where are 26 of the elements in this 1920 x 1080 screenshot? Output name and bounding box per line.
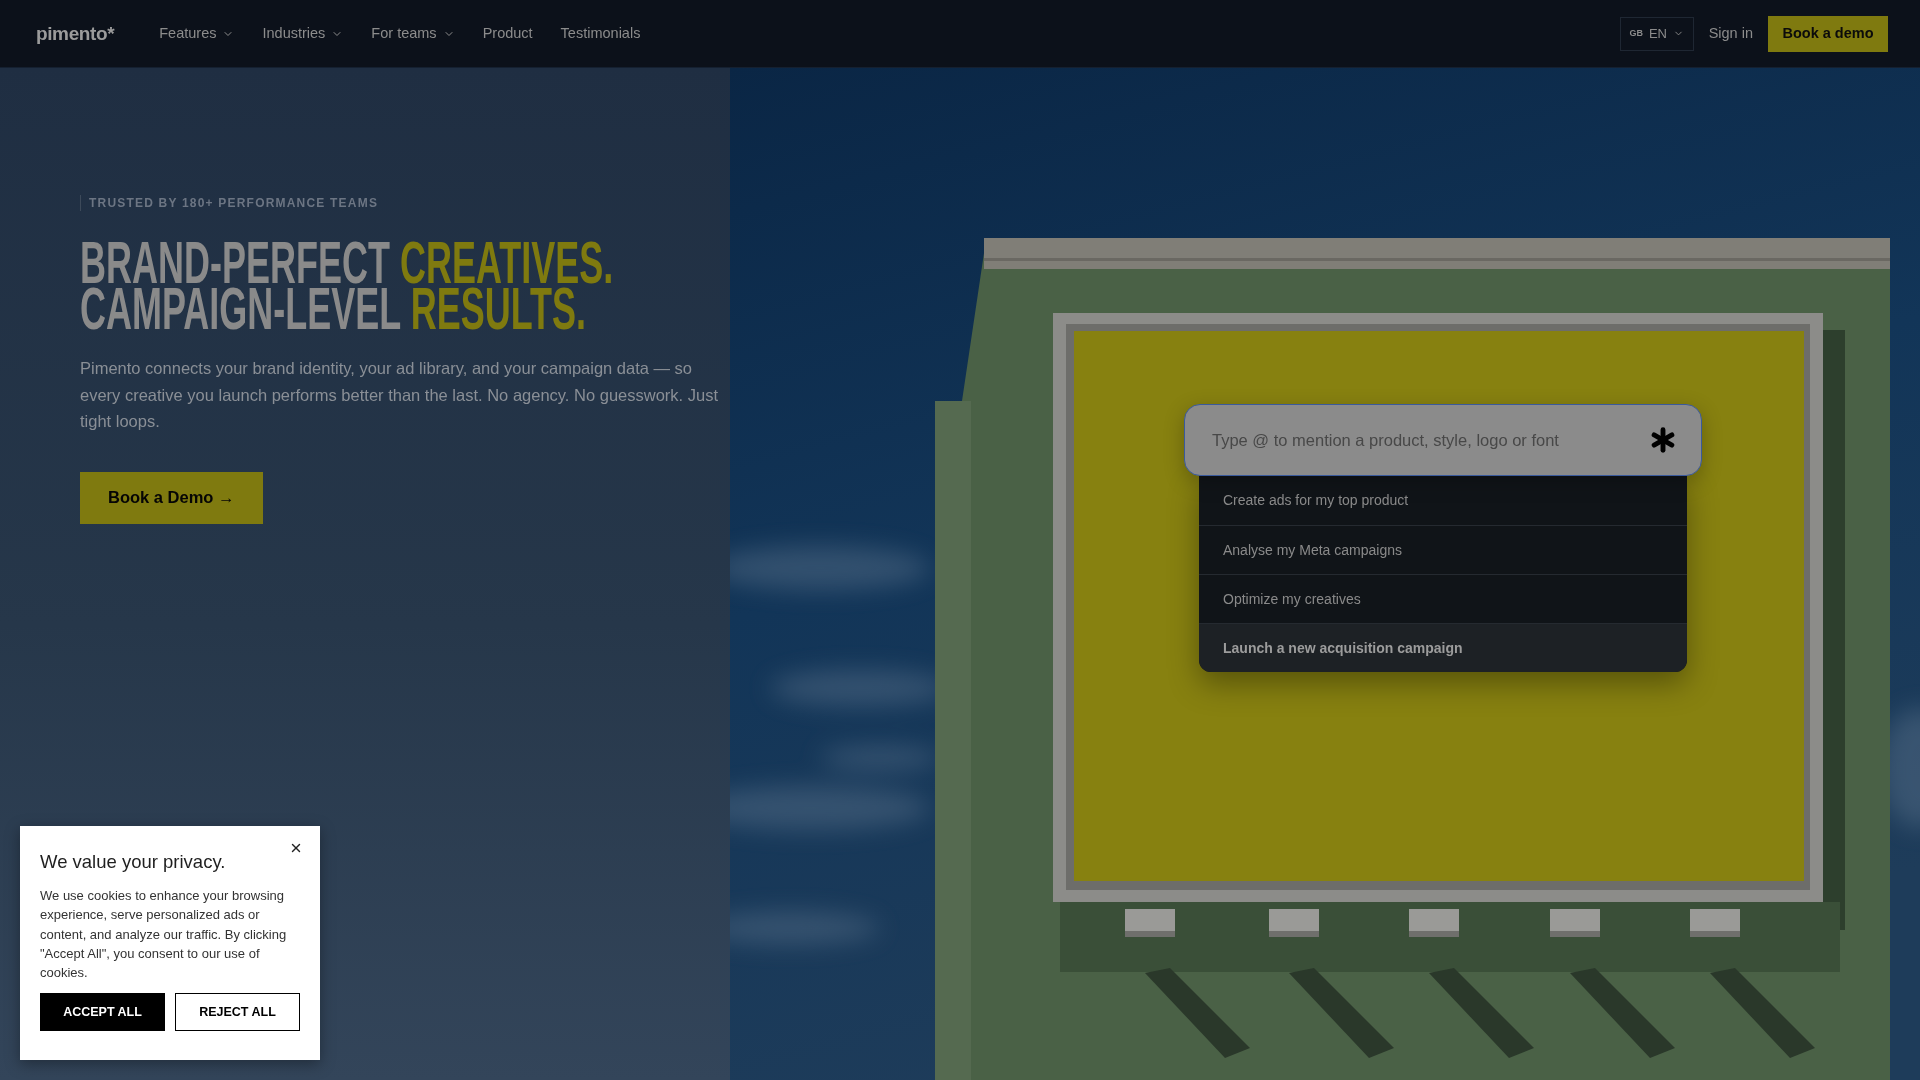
language-selector[interactable]: GB EN bbox=[1619, 16, 1694, 51]
nav-link[interactable]: Product bbox=[482, 26, 533, 41]
nav-link[interactable]: Industries bbox=[262, 26, 344, 41]
nav-link[interactable]: Features bbox=[159, 26, 235, 41]
suggestion-item[interactable]: Create ads for my top product bbox=[1199, 476, 1687, 525]
trusted-by-label: TRUSTED BY 180+ PERFORMANCE TEAMS bbox=[80, 195, 379, 211]
suggestion-item[interactable]: Optimize my creatives bbox=[1199, 574, 1687, 623]
reject-all-button[interactable]: REJECT ALL bbox=[175, 993, 300, 1032]
hero-description: Pimento connects your brand identity, your ad library, and your campaign data — so every creative you launch performs better than the last. No agency. No guesswork. Just tight loops. bbox=[80, 358, 719, 432]
accept-all-button[interactable]: ACCEPT ALL bbox=[40, 993, 165, 1032]
sign-in-link[interactable]: Sign in bbox=[1708, 22, 1753, 45]
nav-link[interactable]: For teams bbox=[371, 26, 455, 41]
book-demo-button[interactable]: Book a Demo → bbox=[80, 471, 263, 524]
suggestion-item[interactable]: Analyse my Meta campaigns bbox=[1199, 525, 1687, 574]
cookie-description: We use cookies to enhance your browsing experience, serve personalized ads or content, and analyze our traffic. By clicking "Accept All", you consent to our use of cookies. bbox=[40, 887, 288, 983]
book-demo-button[interactable]: Book a demo bbox=[1768, 15, 1888, 52]
nav-link[interactable]: Testimonials bbox=[560, 26, 641, 41]
asterisk-icon bbox=[1650, 427, 1676, 453]
cookie-title: We value your privacy. bbox=[40, 850, 226, 874]
prompt-input[interactable]: Type @ to mention a product, style, logo or font bbox=[1184, 404, 1702, 476]
hero-heading: BRAND-PERFECT CREATIVES. CAMPAIGN-LEVEL RESULTS. bbox=[80, 240, 614, 332]
close-icon bbox=[289, 841, 303, 855]
language-code: EN bbox=[1648, 24, 1667, 43]
flag-code: GB bbox=[1629, 26, 1643, 40]
suggestion-item[interactable]: Launch a new acquisition campaign bbox=[1199, 623, 1687, 672]
pimento-logo[interactable]: pimento* bbox=[36, 24, 115, 43]
